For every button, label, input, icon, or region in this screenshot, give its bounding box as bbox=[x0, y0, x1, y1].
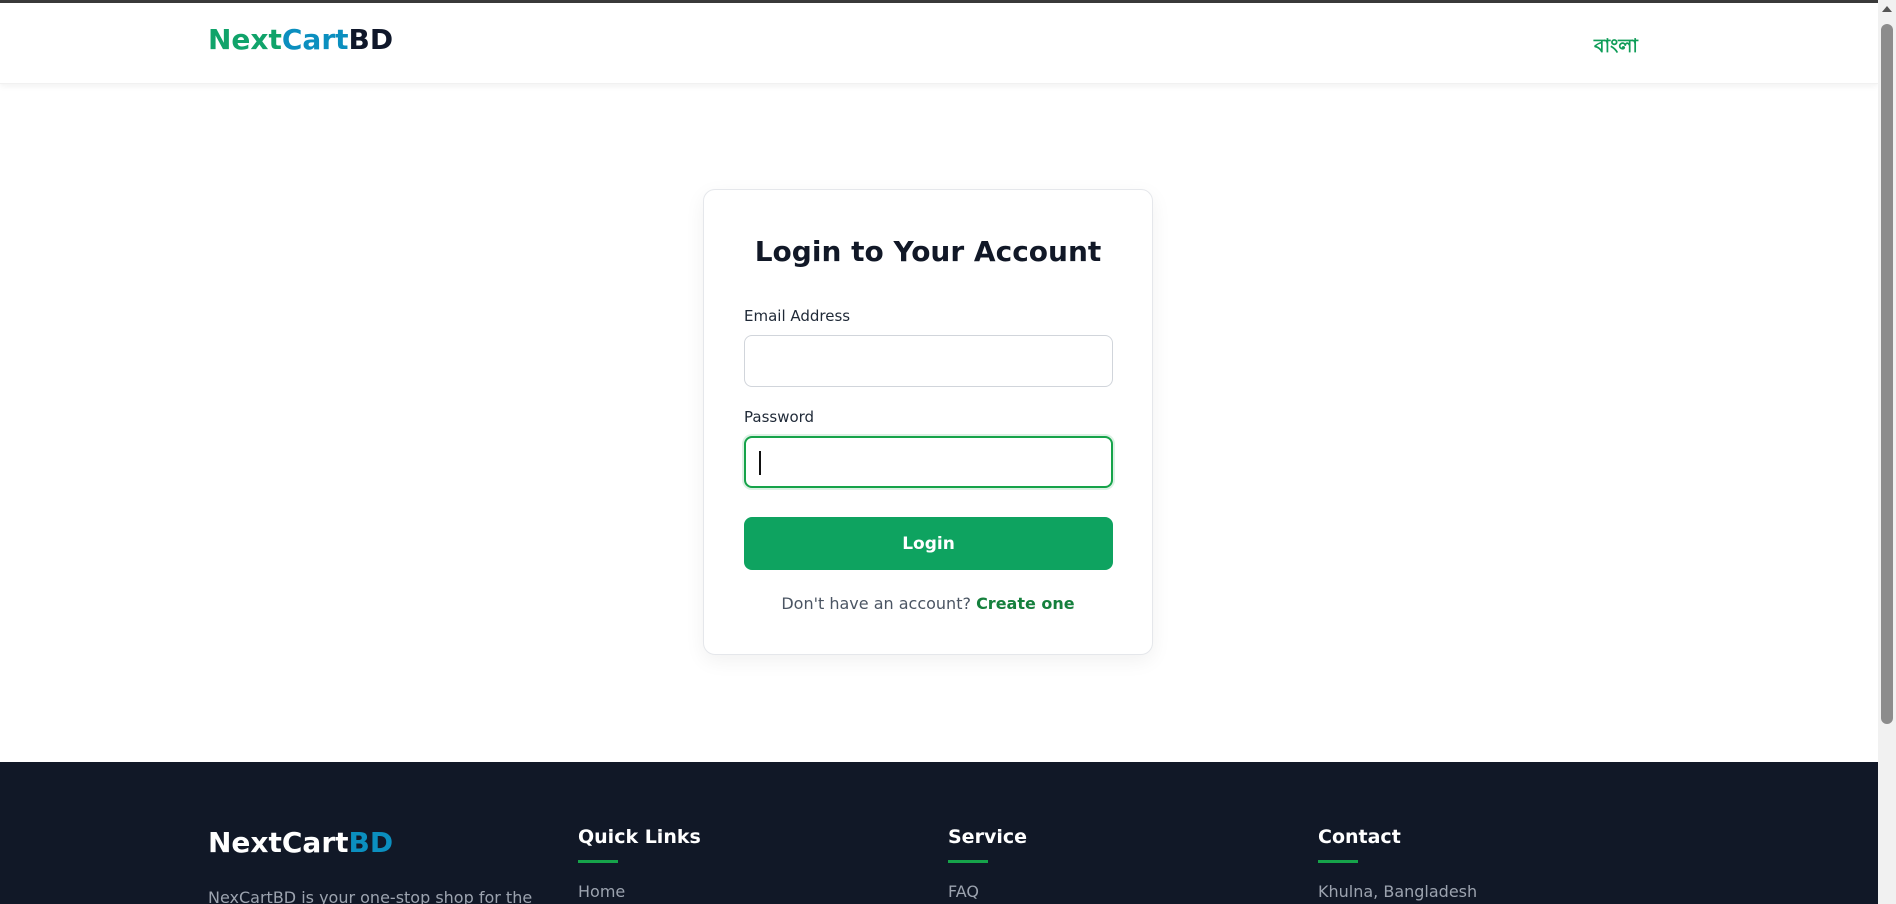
footer-contact: Contact Khulna, Bangladesh bbox=[1318, 826, 1477, 901]
email-input[interactable] bbox=[744, 335, 1113, 387]
footer-logo-nextcart: NextCart bbox=[208, 826, 349, 859]
site-header: NextCartBD বাংলা bbox=[0, 3, 1878, 84]
footer-logo[interactable]: NextCartBD bbox=[208, 826, 393, 859]
signup-prompt-text: Don't have an account? bbox=[781, 594, 971, 613]
email-label: Email Address bbox=[744, 307, 851, 325]
password-label: Password bbox=[744, 408, 815, 426]
login-title: Login to Your Account bbox=[754, 235, 1102, 268]
logo-part-next: Next bbox=[208, 23, 282, 56]
footer-link-faq[interactable]: FAQ bbox=[948, 882, 1027, 901]
heading-underline bbox=[578, 860, 618, 863]
heading-underline bbox=[948, 860, 988, 863]
site-logo[interactable]: NextCartBD bbox=[208, 23, 393, 56]
signup-prompt: Don't have an account? Create one bbox=[704, 594, 1152, 613]
scroll-up-arrow-icon[interactable] bbox=[1882, 6, 1892, 12]
language-toggle[interactable]: বাংলা bbox=[1594, 32, 1638, 64]
quick-links-heading: Quick Links bbox=[578, 826, 701, 848]
service-heading: Service bbox=[948, 826, 1027, 848]
footer-description: NexCartBD is your one-stop shop for the bbox=[208, 888, 533, 904]
create-account-link[interactable]: Create one bbox=[976, 594, 1075, 613]
site-footer: NextCartBD NexCartBD is your one-stop sh… bbox=[0, 762, 1878, 904]
heading-underline bbox=[1318, 860, 1358, 863]
footer-quick-links: Quick Links Home bbox=[578, 826, 701, 901]
scrollbar-thumb[interactable] bbox=[1881, 24, 1893, 724]
logo-part-bd: BD bbox=[348, 23, 394, 56]
contact-heading: Contact bbox=[1318, 826, 1401, 848]
logo-part-cart: Cart bbox=[281, 23, 349, 56]
password-input[interactable] bbox=[744, 436, 1113, 488]
vertical-scrollbar[interactable] bbox=[1878, 0, 1896, 904]
footer-link-home[interactable]: Home bbox=[578, 882, 701, 901]
footer-service: Service FAQ bbox=[948, 826, 1027, 901]
login-card: Login to Your Account Email Address Pass… bbox=[703, 189, 1153, 655]
text-cursor bbox=[759, 451, 761, 475]
footer-logo-bd: BD bbox=[348, 826, 394, 859]
contact-address: Khulna, Bangladesh bbox=[1318, 882, 1478, 901]
login-button[interactable]: Login bbox=[744, 517, 1113, 570]
